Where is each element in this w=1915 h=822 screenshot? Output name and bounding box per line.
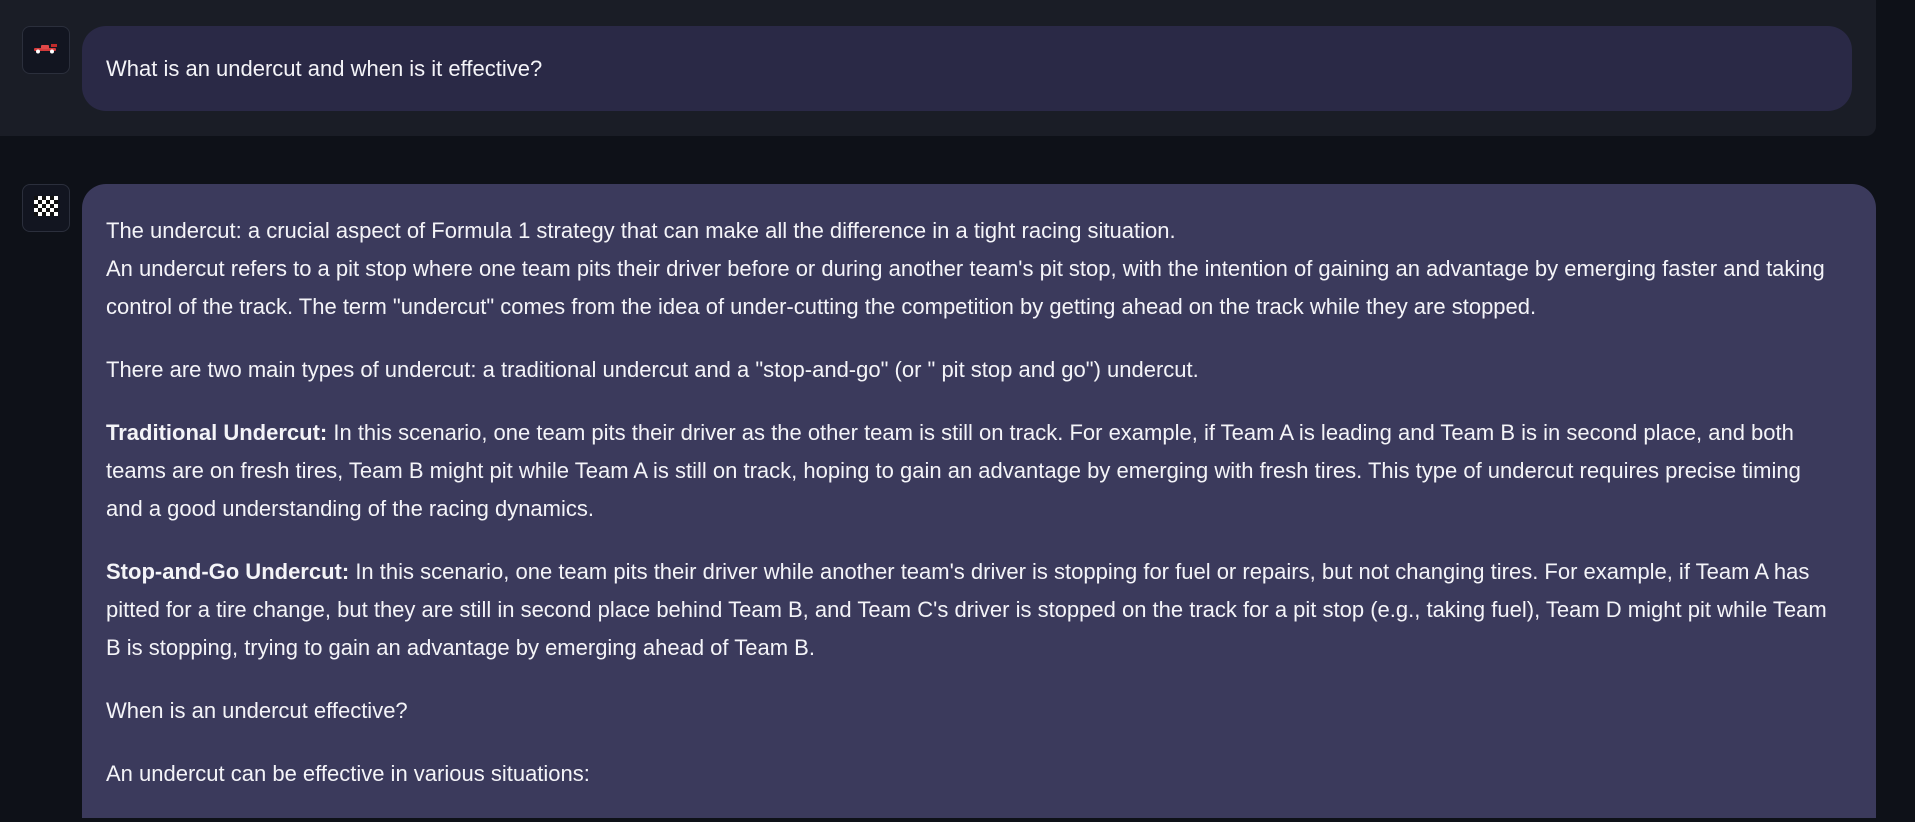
when-effective-heading: When is an undercut effective?	[106, 698, 408, 723]
assistant-message-bubble: The undercut: a crucial aspect of Formul…	[82, 184, 1876, 822]
stop-and-go-text: In this scenario, one team pits their dr…	[106, 559, 1827, 660]
stop-and-go-paragraph: Stop-and-Go Undercut: In this scenario, …	[106, 553, 1840, 667]
stop-and-go-label: Stop-and-Go Undercut:	[106, 559, 350, 584]
chat-container: What is an undercut and when is it effec…	[0, 0, 1915, 822]
user-message-text: What is an undercut and when is it effec…	[106, 55, 543, 81]
assistant-avatar	[22, 184, 70, 232]
user-avatar	[22, 26, 70, 74]
checkered-flag-icon	[34, 195, 58, 221]
traditional-undercut-label: Traditional Undercut:	[106, 420, 328, 445]
traditional-undercut-paragraph: Traditional Undercut: In this scenario, …	[106, 414, 1840, 528]
intro-line-2: An undercut refers to a pit stop where o…	[106, 256, 1825, 319]
traditional-undercut-text: In this scenario, one team pits their dr…	[106, 420, 1801, 521]
situations-intro: An undercut can be effective in various …	[106, 761, 590, 786]
user-message-bubble: What is an undercut and when is it effec…	[82, 26, 1852, 111]
user-message-row: What is an undercut and when is it effec…	[0, 0, 1876, 136]
race-car-icon	[33, 41, 59, 60]
intro-line-1: The undercut: a crucial aspect of Formul…	[106, 218, 1176, 243]
types-intro: There are two main types of undercut: a …	[106, 357, 1199, 382]
viewport-bottom-edge	[0, 818, 1915, 822]
